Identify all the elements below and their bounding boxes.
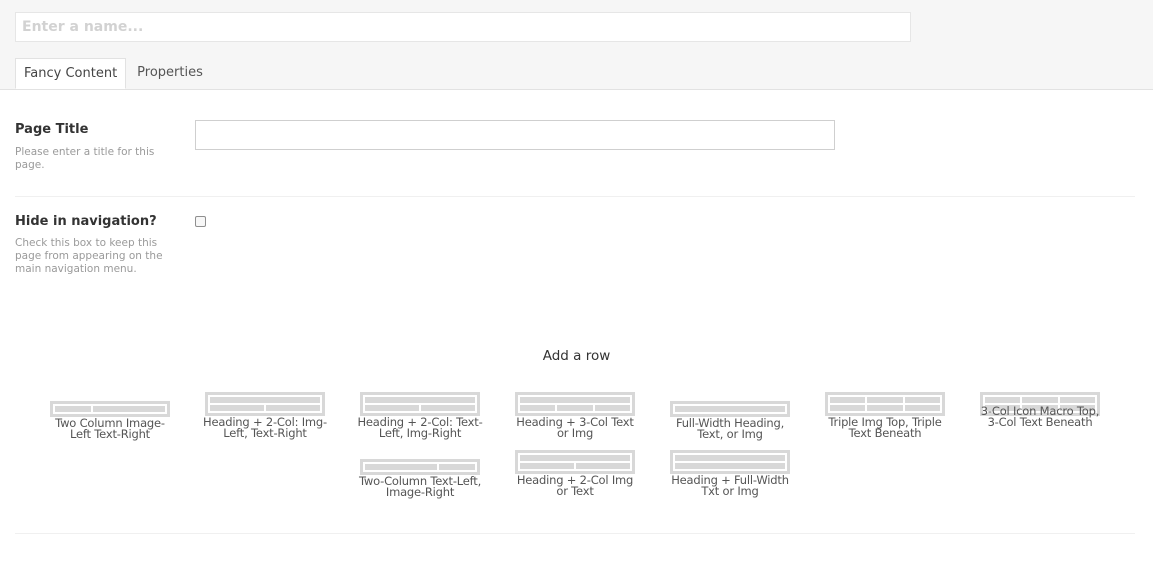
layout-label: Heading + 2-Col: Text-Left, Img-Right	[357, 415, 483, 440]
layout-thumbnail	[515, 450, 635, 474]
layout-option[interactable]: Heading + 3-Col Text or Img	[512, 392, 638, 439]
layout-thumbnail	[205, 392, 325, 416]
layout-label: Two Column Image-Left Text-Right	[55, 416, 165, 441]
layout-thumbnail	[360, 459, 480, 475]
hide-nav-description: Check this box to keep this page from ap…	[15, 237, 163, 275]
layout-option[interactable]: Triple Img Top, Triple Text Beneath	[822, 392, 948, 439]
page-title-input[interactable]	[195, 120, 835, 150]
layout-label: Heading + Full-Width Txt or Img	[671, 473, 789, 498]
layout-option[interactable]: Heading + Full-Width Txt or Img	[667, 450, 793, 497]
layout-thumbnail	[670, 401, 790, 417]
page-title-label: Page Title	[15, 122, 89, 137]
layout-option[interactable]: Heading + 2-Col Img or Text	[512, 450, 638, 497]
layout-thumbnail	[360, 392, 480, 416]
divider	[15, 196, 1135, 197]
add-row-heading: Add a row	[542, 348, 611, 364]
layout-option[interactable]: Heading + 2-Col: Img-Left, Text-Right	[202, 392, 328, 439]
hide-nav-checkbox[interactable]	[195, 216, 206, 227]
layout-option[interactable]: 3-Col Icon Macro Top, 3-Col Text Beneath	[977, 392, 1103, 428]
layout-option[interactable]: Two Column Image-Left Text-Right	[47, 401, 173, 440]
editor-header: Fancy Content Properties	[0, 0, 1153, 90]
page-title-property: Page Title Please enter a title for this…	[15, 122, 165, 172]
layout-thumbnail	[825, 392, 945, 416]
layout-label: Heading + 2-Col: Img-Left, Text-Right	[203, 415, 327, 440]
tab-fancy-content[interactable]: Fancy Content	[15, 58, 127, 89]
layout-label: Heading + 3-Col Text or Img	[516, 415, 634, 440]
layout-thumbnail	[50, 401, 170, 417]
divider	[15, 533, 1135, 534]
hide-nav-label: Hide in navigation?	[15, 214, 157, 229]
hide-nav-property: Hide in navigation? Check this box to ke…	[15, 214, 165, 276]
layout-option[interactable]: Heading + 2-Col: Text-Left, Img-Right	[357, 392, 483, 439]
content-tabs: Fancy Content Properties	[15, 58, 211, 89]
layout-option[interactable]: Two-Column Text-Left, Image-Right	[357, 459, 483, 498]
tab-properties[interactable]: Properties	[126, 58, 211, 88]
layout-label: Two-Column Text-Left, Image-Right	[358, 474, 482, 499]
layout-label: Triple Img Top, Triple Text Beneath	[828, 415, 942, 440]
layout-label: 3-Col Icon Macro Top, 3-Col Text Beneath	[980, 404, 1100, 429]
layout-label: Full-Width Heading, Text, or Img	[675, 416, 785, 441]
layout-thumbnail	[515, 392, 635, 416]
layout-label: Heading + 2-Col Img or Text	[516, 473, 634, 498]
layout-thumbnail	[670, 450, 790, 474]
name-input[interactable]	[15, 12, 911, 42]
layout-option[interactable]: Full-Width Heading, Text, or Img	[667, 401, 793, 440]
page-title-description: Please enter a title for this page.	[15, 146, 155, 171]
